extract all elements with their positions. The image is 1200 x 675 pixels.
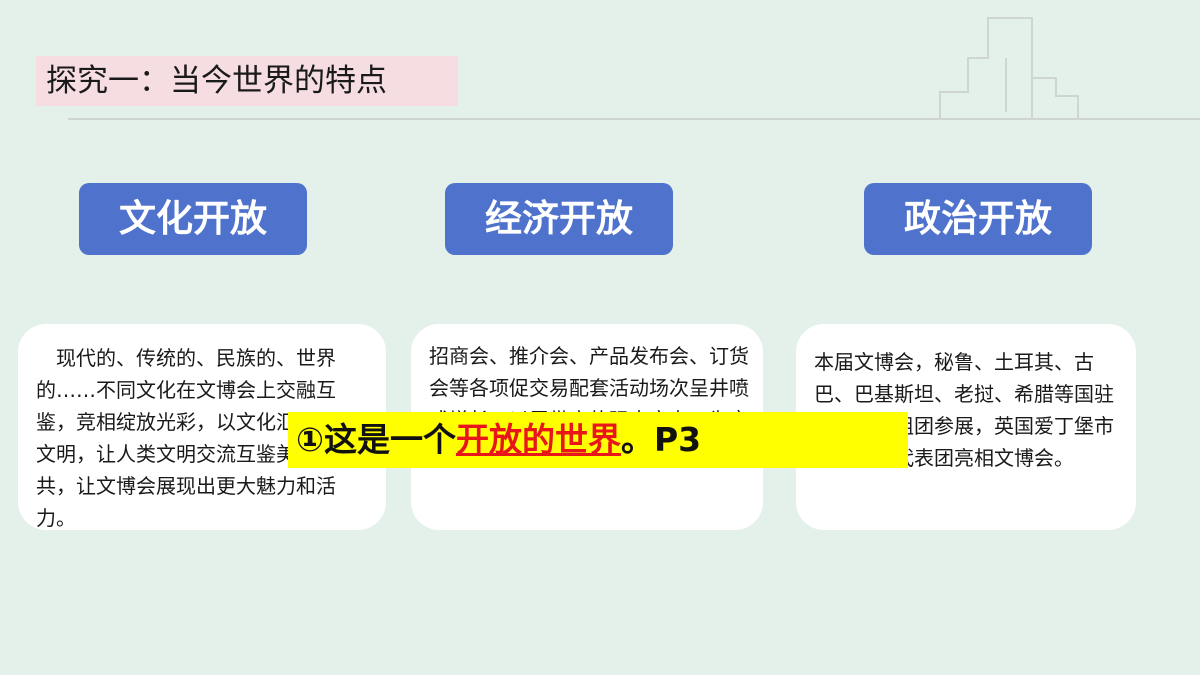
page-title: 探究一：当今世界的特点: [36, 56, 458, 106]
culture-open-button[interactable]: 文化开放: [79, 183, 307, 255]
callout-highlight: 开放的世界: [455, 420, 621, 459]
politics-open-button[interactable]: 政治开放: [864, 183, 1092, 255]
callout-suffix: 。P3: [620, 420, 702, 459]
economy-open-button[interactable]: 经济开放: [445, 183, 673, 255]
conclusion-callout: ①这是一个开放的世界。P3: [288, 412, 908, 468]
callout-prefix: ①这是一个: [296, 420, 456, 459]
